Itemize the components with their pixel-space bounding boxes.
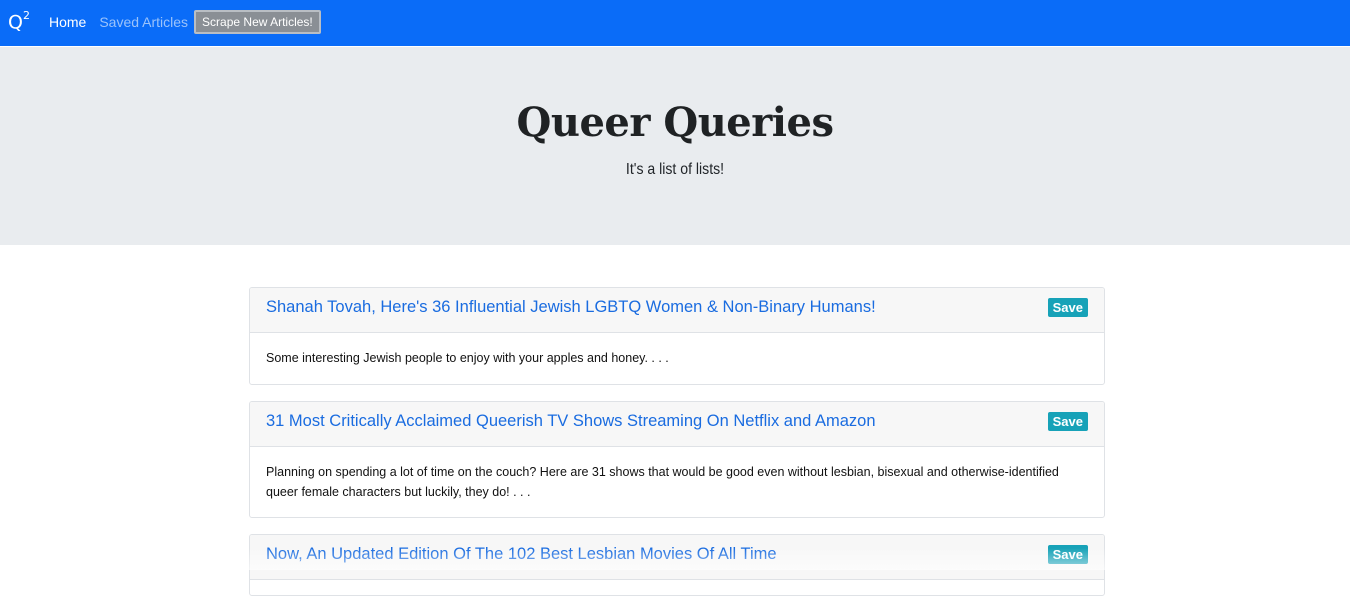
page-title: Queer Queries [516,99,834,146]
nav-link-home[interactable]: Home [49,14,86,30]
article-card: Now, An Updated Edition Of The 102 Best … [249,534,1105,596]
brand-logo[interactable]: Q2 [8,10,30,32]
article-summary: Planning on spending a lot of time on th… [266,465,1059,499]
top-navbar: Q2 Home Saved Articles Scrape New Articl… [0,0,1350,46]
article-card-header: 31 Most Critically Acclaimed Queerish TV… [250,402,1104,447]
article-title-link[interactable]: 31 Most Critically Acclaimed Queerish TV… [266,412,876,431]
scrape-new-articles-button[interactable]: Scrape New Articles! [194,10,321,34]
article-title-link[interactable]: Now, An Updated Edition Of The 102 Best … [266,545,777,564]
save-article-button[interactable]: Save [1047,412,1088,431]
article-card-header: Now, An Updated Edition Of The 102 Best … [250,535,1104,580]
article-summary: Some interesting Jewish people to enjoy … [266,351,669,365]
article-card: 31 Most Critically Acclaimed Queerish TV… [249,401,1105,518]
article-card-header: Shanah Tovah, Here's 36 Influential Jewi… [250,288,1104,333]
page-subtitle: It's a list of lists! [625,161,725,178]
nav-link-saved-articles[interactable]: Saved Articles [99,14,188,30]
article-title-link[interactable]: Shanah Tovah, Here's 36 Influential Jewi… [266,298,876,317]
hero-jumbotron: Queer Queries It's a list of lists! [0,47,1350,245]
save-article-button[interactable]: Save [1047,298,1088,317]
article-card: Shanah Tovah, Here's 36 Influential Jewi… [249,287,1105,385]
save-article-button[interactable]: Save [1047,545,1088,564]
